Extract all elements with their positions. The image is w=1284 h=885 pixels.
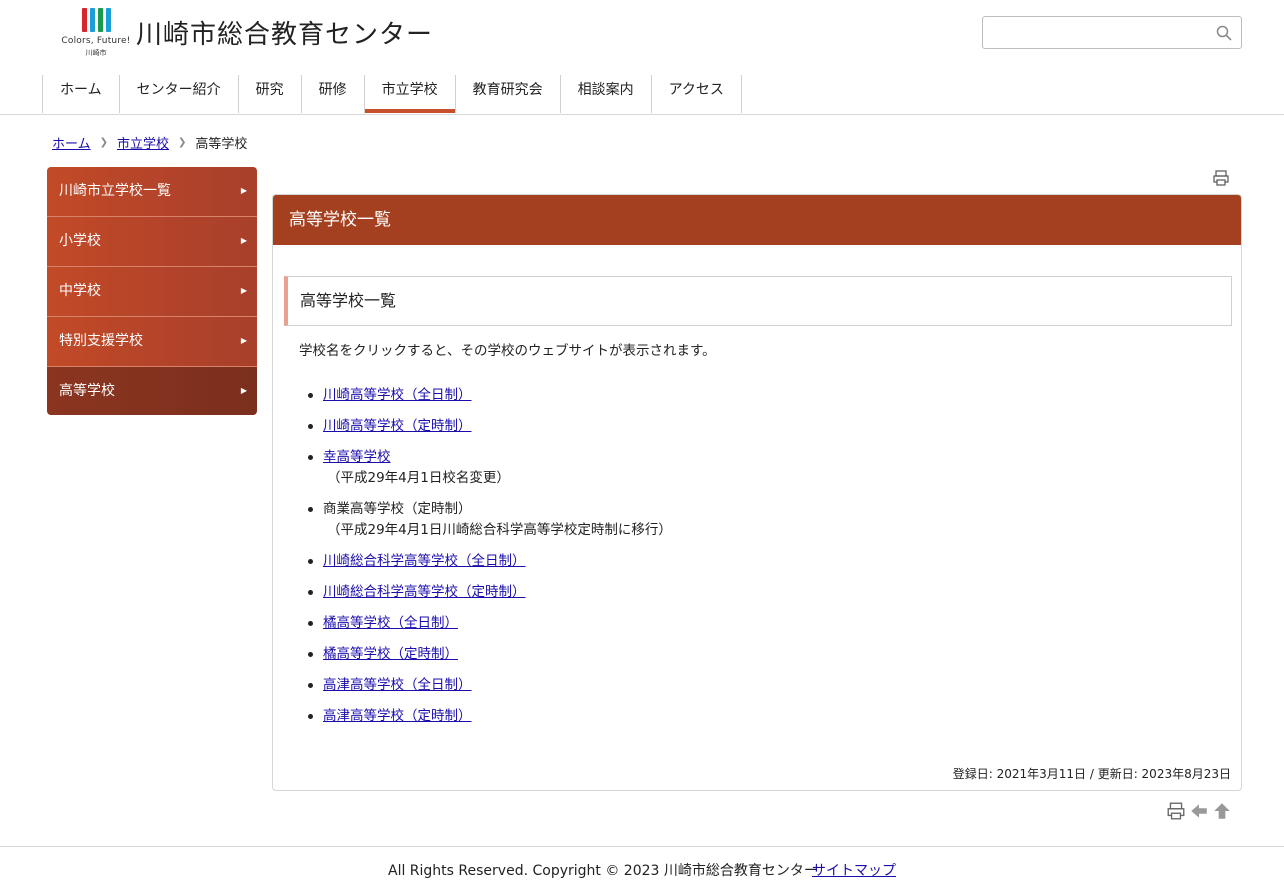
list-item: 橘高等学校（定時制） (308, 644, 1203, 665)
sidebar-item-label: 中学校 (59, 283, 101, 299)
school-list: 川崎高等学校（全日制） 川崎高等学校（定時制） 幸高等学校 （平成29年4月1日校名変… (308, 385, 1203, 737)
triangle-right-icon: ▶ (240, 336, 247, 345)
school-note: （平成29年4月1日校名変更） (327, 470, 510, 486)
school-link[interactable]: 高津高等学校（定時制） (323, 708, 472, 724)
section-heading: 高等学校一覧 (284, 276, 1232, 326)
sitemap-link[interactable]: サイトマップ (812, 860, 896, 880)
search-box[interactable] (982, 16, 1242, 49)
nav-item[interactable]: ホーム (42, 75, 119, 113)
list-item: 高津高等学校（定時制） (308, 706, 1203, 727)
logo-text: Colors, Future! (61, 36, 131, 46)
back-arrow-icon[interactable] (1189, 801, 1209, 821)
print-icon[interactable] (1212, 169, 1230, 187)
school-link[interactable]: 川崎高等学校（定時制） (323, 418, 472, 434)
sidebar-nav: 川崎市立学校一覧 ▶ 小学校 ▶ 中学校 ▶ 特別支援学校 ▶ 高等学校 ▶ (47, 167, 257, 415)
global-nav: ホーム センター紹介 研究 研修 市立学校 教育研究会 相談案内 アクセス (42, 75, 742, 113)
breadcrumb: ホーム ❯ 市立学校 ❯ 高等学校 (52, 133, 247, 152)
chevron-right-icon: ❯ (99, 137, 109, 148)
school-note: （平成29年4月1日川崎総合科学高等学校定時制に移行） (327, 522, 672, 538)
site-footer: All Rights Reserved. Copyright © 2023 川崎… (0, 846, 1284, 885)
sidebar-item[interactable]: 高等学校 ▶ (47, 367, 257, 415)
search-icon[interactable] (1216, 25, 1232, 41)
page-title: 高等学校一覧 (273, 195, 1241, 245)
school-link[interactable]: 川崎総合科学高等学校（全日制） (323, 553, 526, 569)
sidebar-item[interactable]: 特別支援学校 ▶ (47, 317, 257, 367)
breadcrumb-home[interactable]: ホーム (52, 133, 91, 152)
school-link[interactable]: 橘高等学校（定時制） (323, 646, 458, 662)
breadcrumb-parent[interactable]: 市立学校 (117, 133, 169, 152)
list-item: 橘高等学校（全日制） (308, 613, 1203, 634)
sidebar-item-label: 川崎市立学校一覧 (59, 183, 171, 199)
nav-item[interactable]: 教育研究会 (454, 75, 560, 113)
page-tools (1166, 801, 1232, 821)
list-item: 幸高等学校 （平成29年4月1日校名変更） (308, 447, 1203, 489)
chevron-right-icon: ❯ (178, 137, 187, 148)
list-item: 高津高等学校（全日制） (308, 675, 1203, 696)
school-link[interactable]: 川崎総合科学高等学校（定時制） (323, 584, 526, 600)
search-input[interactable] (989, 22, 1209, 44)
triangle-right-icon: ▶ (240, 386, 247, 395)
list-item: 川崎総合科学高等学校（全日制） (308, 551, 1203, 572)
sidebar-item-label: 小学校 (59, 233, 101, 249)
print-icon[interactable] (1166, 801, 1186, 821)
site-header: Colors, Future! 川崎市 川崎市総合教育センター ホーム センター紹… (0, 0, 1284, 115)
school-link[interactable]: 川崎高等学校（全日制） (323, 387, 472, 403)
sidebar-item-label: 高等学校 (59, 383, 115, 399)
sidebar-item[interactable]: 中学校 ▶ (47, 267, 257, 317)
triangle-right-icon: ▶ (240, 286, 247, 295)
update-dates: 登録日: 2021年3月11日 / 更新日: 2023年8月23日 (952, 767, 1231, 781)
list-item: 川崎高等学校（全日制） (308, 385, 1203, 406)
site-logo[interactable]: Colors, Future! 川崎市 (58, 8, 134, 60)
triangle-right-icon: ▶ (240, 186, 247, 195)
triangle-right-icon: ▶ (240, 236, 247, 245)
sidebar-item[interactable]: 小学校 ▶ (47, 217, 257, 267)
nav-item[interactable]: センター紹介 (118, 75, 238, 113)
nav-item[interactable]: 研究 (237, 75, 301, 113)
main-content: 高等学校一覧 高等学校一覧 学校名をクリックすると、その学校のウェブサイトが表示… (272, 194, 1242, 791)
copyright-text: All Rights Reserved. Copyright © 2023 川崎… (388, 863, 818, 879)
school-link[interactable]: 橘高等学校（全日制） (323, 615, 458, 631)
sidebar-item[interactable]: 川崎市立学校一覧 ▶ (47, 167, 257, 217)
page-top-icon[interactable] (1212, 801, 1232, 821)
school-link[interactable]: 高津高等学校（全日制） (323, 677, 472, 693)
nav-item[interactable]: 市立学校 (363, 75, 455, 113)
nav-item[interactable]: 相談案内 (559, 75, 651, 113)
logo-bars-icon (82, 8, 111, 34)
logo-subtext: 川崎市 (85, 49, 107, 57)
list-item: 川崎高等学校（定時制） (308, 416, 1203, 437)
school-link[interactable]: 幸高等学校 (323, 449, 391, 465)
sidebar-item-label: 特別支援学校 (59, 333, 143, 349)
list-item: 商業高等学校（定時制） （平成29年4月1日川崎総合科学高等学校定時制に移行） (308, 499, 1203, 541)
intro-text: 学校名をクリックすると、その学校のウェブサイトが表示されます。 (299, 343, 716, 359)
list-item: 川崎総合科学高等学校（定時制） (308, 582, 1203, 603)
nav-item[interactable]: アクセス (650, 75, 742, 113)
site-title[interactable]: 川崎市総合教育センター (136, 14, 433, 51)
nav-item[interactable]: 研修 (300, 75, 364, 113)
breadcrumb-current: 高等学校 (195, 137, 248, 152)
school-name: 商業高等学校（定時制） (323, 501, 472, 517)
